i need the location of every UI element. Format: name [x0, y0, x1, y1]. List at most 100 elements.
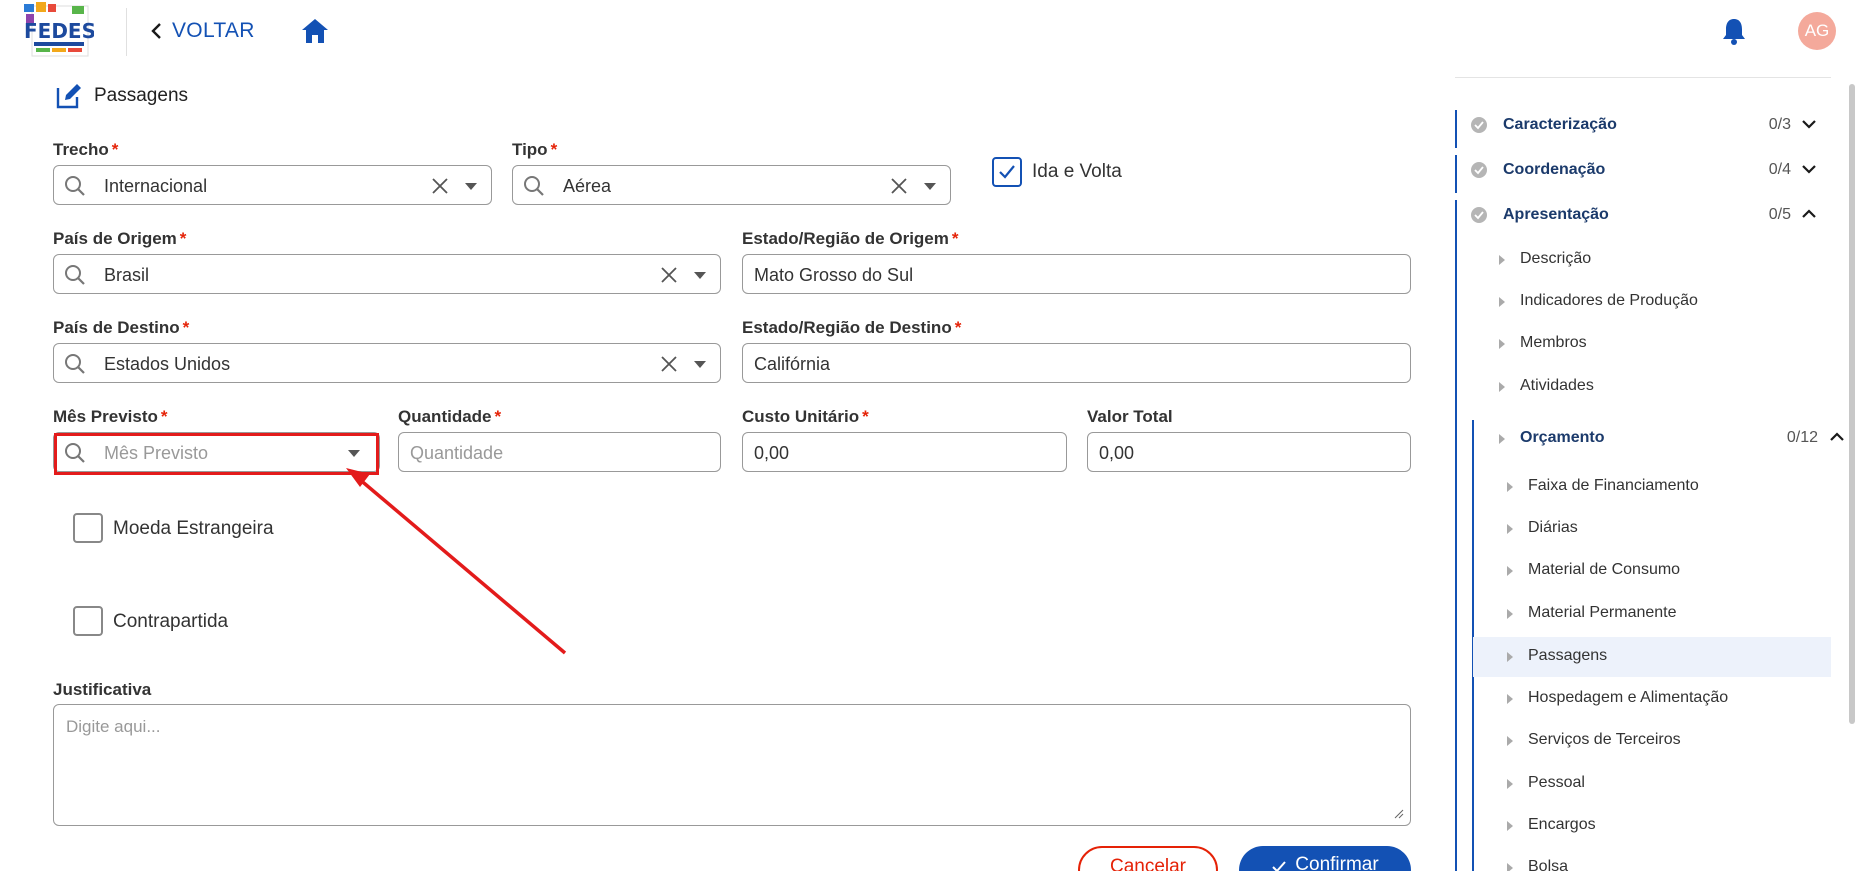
sidebar-scrollbar[interactable] — [1848, 84, 1856, 724]
pais-destino-value: Estados Unidos — [104, 354, 231, 374]
pais-origem-value: Brasil — [104, 265, 150, 285]
avatar[interactable]: AG — [1798, 12, 1836, 50]
sidebar-item-label: Pessoal — [1528, 774, 1585, 791]
trecho-select[interactable]: Internacional — [53, 165, 492, 205]
caret-right-icon — [1507, 652, 1513, 662]
sidebar-item-label: Encargos — [1528, 816, 1596, 833]
sidebar-item-membros[interactable]: Membros — [1492, 324, 1852, 364]
sidebar-item-label: Bolsa — [1528, 858, 1569, 871]
sidebar-item-orcamento[interactable]: Orçamento 0/12 — [1492, 419, 1852, 459]
caret-down-icon[interactable] — [693, 270, 707, 280]
search-icon — [65, 176, 85, 196]
estado-origem-input[interactable]: Mato Grosso do Sul — [742, 254, 1411, 294]
tipo-value: Aérea — [563, 176, 612, 196]
header-divider — [126, 8, 127, 56]
valor-total-input[interactable]: 0,00 — [1087, 432, 1411, 472]
sidebar-item-material-permanente[interactable]: Material Permanente — [1500, 594, 1831, 634]
sidebar-item-label: Descrição — [1520, 250, 1592, 267]
custo-unitario-label: Custo Unitário * — [742, 407, 869, 426]
close-icon[interactable] — [660, 355, 678, 373]
ida-volta-checkbox[interactable] — [992, 157, 1022, 187]
sidebar-item-atividades[interactable]: Atividades — [1492, 367, 1852, 407]
caret-down-icon[interactable] — [923, 181, 937, 191]
quantidade-label: Quantidade * — [398, 407, 502, 426]
section-name: Coordenação — [1503, 161, 1606, 178]
app-header: FEDES VOLTAR AG — [0, 0, 1856, 64]
sidebar-item-label: Material Permanente — [1528, 604, 1677, 621]
chevron-up-icon — [1830, 432, 1844, 441]
bell-icon[interactable] — [1720, 16, 1748, 46]
sidebar-item-bolsa[interactable]: Bolsa — [1500, 848, 1831, 871]
sidebar-item-label: Material de Consumo — [1528, 561, 1681, 578]
confirm-button[interactable]: Confirmar — [1239, 846, 1411, 871]
estado-destino-label: Estado/Região de Destino * — [742, 318, 962, 337]
caret-down-icon[interactable] — [464, 181, 478, 191]
sidebar-item-label: Serviços de Terceiros — [1528, 731, 1681, 748]
sidebar-item-passagens[interactable]: Passagens — [1473, 637, 1831, 677]
sidebar-item-material-consumo[interactable]: Material de Consumo — [1500, 551, 1831, 591]
sidebar-item-hospedagem[interactable]: Hospedagem e Alimentação — [1500, 679, 1831, 719]
pais-destino-label: País de Destino * — [53, 318, 190, 337]
tipo-select[interactable]: Aérea — [512, 165, 951, 205]
justificativa-textarea[interactable]: Digite aqui... — [53, 704, 1411, 826]
pais-origem-label: País de Origem * — [53, 229, 187, 248]
section-count: 0/12 — [1786, 429, 1818, 446]
edit-icon — [56, 84, 81, 109]
caret-right-icon — [1507, 524, 1513, 534]
section-count: 0/5 — [1768, 206, 1791, 223]
confirm-button-label: Confirmar — [1295, 854, 1379, 871]
search-icon — [524, 176, 544, 196]
section-count: 0/3 — [1768, 116, 1791, 133]
search-icon — [65, 265, 85, 285]
sidebar-section-caracterizacao[interactable]: Caracterização 0/3 — [1468, 105, 1820, 145]
valor-total-label: Valor Total — [1087, 407, 1173, 426]
estado-origem-value: Mato Grosso do Sul — [754, 265, 914, 285]
caret-down-icon[interactable] — [693, 359, 707, 369]
ida-volta-label: Ida e Volta — [1032, 161, 1122, 182]
sidebar-item-pessoal[interactable]: Pessoal — [1500, 764, 1831, 804]
resize-grip-icon[interactable] — [1394, 809, 1404, 819]
pais-destino-select[interactable]: Estados Unidos — [53, 343, 721, 383]
estado-destino-value: Califórnia — [754, 354, 831, 374]
close-icon[interactable] — [890, 177, 908, 195]
trecho-value: Internacional — [104, 176, 208, 196]
sidebar-item-faixa[interactable]: Faixa de Financiamento — [1500, 467, 1831, 507]
back-button[interactable]: VOLTAR — [150, 14, 255, 48]
contrapartida-checkbox[interactable] — [73, 606, 103, 636]
caret-right-icon — [1499, 255, 1505, 265]
caret-right-icon — [1507, 779, 1513, 789]
sidebar-item-indicadores[interactable]: Indicadores de Produção — [1492, 282, 1852, 322]
arrow-annotation — [346, 468, 567, 655]
chevron-left-icon — [151, 23, 161, 39]
sidebar-item-label: Diárias — [1528, 519, 1578, 536]
caret-right-icon — [1507, 736, 1513, 746]
sidebar-item-servicos-terceiros[interactable]: Serviços de Terceiros — [1500, 721, 1831, 761]
estado-destino-input[interactable]: Califórnia — [742, 343, 1411, 383]
section-count: 0/4 — [1768, 161, 1791, 178]
moeda-estrangeira-checkbox[interactable] — [73, 513, 103, 543]
sidebar-section-coordenacao[interactable]: Coordenação 0/4 — [1468, 150, 1820, 190]
custo-unitario-input[interactable]: 0,00 — [742, 432, 1067, 472]
sidebar-item-label: Orçamento — [1520, 429, 1605, 446]
sidebar-item-descricao[interactable]: Descrição — [1492, 240, 1852, 280]
sidebar-section-apresentacao[interactable]: Apresentação 0/5 — [1468, 195, 1820, 235]
close-icon[interactable] — [431, 177, 449, 195]
check-icon — [1272, 861, 1287, 871]
caret-right-icon — [1507, 694, 1513, 704]
sidebar-item-encargos[interactable]: Encargos — [1500, 806, 1831, 846]
back-button-label: VOLTAR — [172, 19, 255, 42]
justificativa-label: Justificativa — [53, 680, 152, 699]
home-icon[interactable] — [300, 16, 330, 46]
caret-right-icon — [1507, 609, 1513, 619]
cancel-button[interactable]: Cancelar — [1078, 846, 1218, 871]
svg-text:FEDES: FEDES — [24, 19, 94, 43]
caret-right-icon — [1507, 821, 1513, 831]
sidebar-item-label: Passagens — [1528, 647, 1608, 664]
close-icon[interactable] — [660, 266, 678, 284]
sidebar-item-diarias[interactable]: Diárias — [1500, 509, 1831, 549]
scrollbar-thumb[interactable] — [1849, 84, 1855, 724]
pais-origem-select[interactable]: Brasil — [53, 254, 721, 294]
sidebar-item-label: Faixa de Financiamento — [1528, 477, 1699, 494]
section-name: Apresentação — [1503, 206, 1609, 223]
moeda-estrangeira-label: Moeda Estrangeira — [113, 518, 274, 539]
